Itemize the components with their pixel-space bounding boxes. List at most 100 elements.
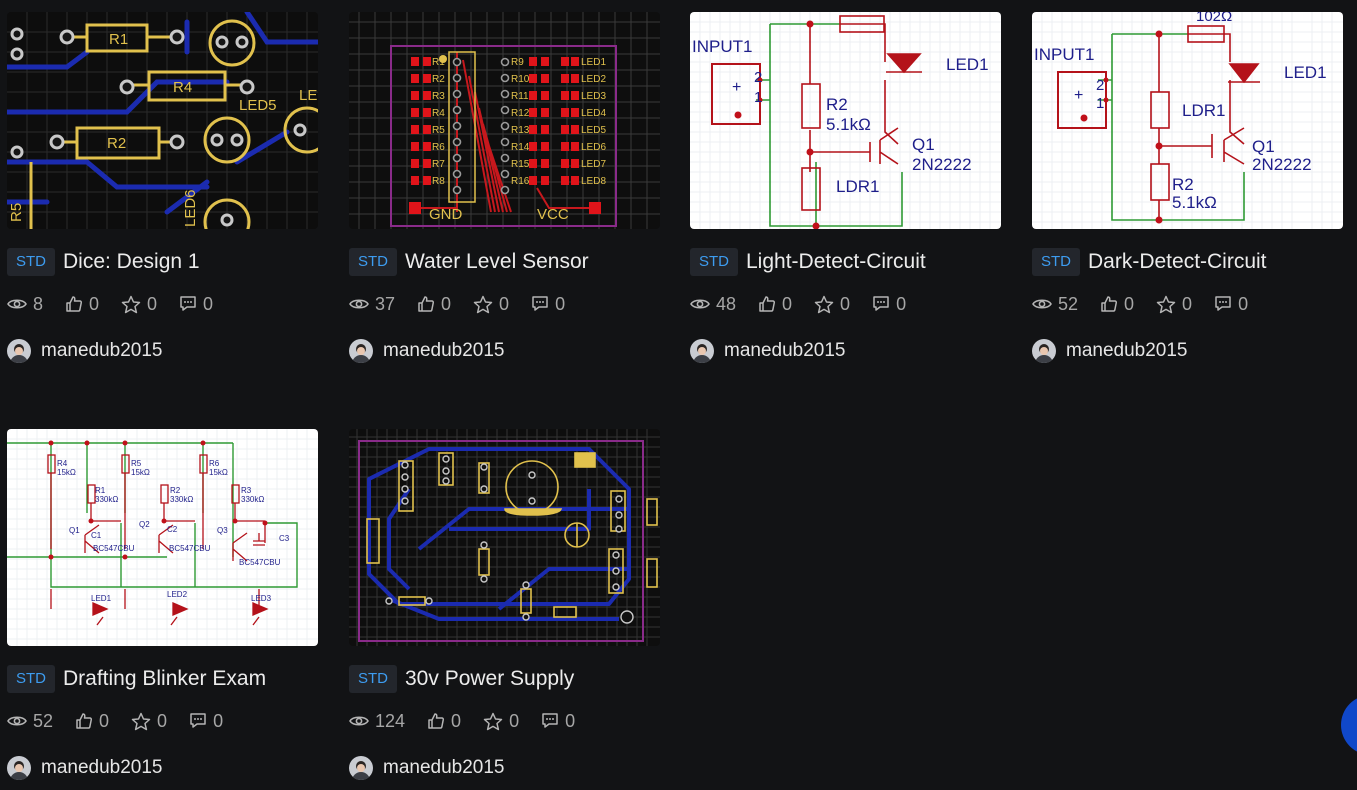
project-card[interactable]: R1 R4 R2 LED5 LE R5 LED6 STD Dice: Desig… (7, 12, 319, 364)
stars-stat[interactable]: 0 (1156, 294, 1192, 315)
avatar[interactable] (349, 339, 373, 363)
label-input1: INPUT1 (692, 37, 752, 56)
label-r9: R9 (511, 57, 524, 68)
project-card[interactable]: R1 R2 R3 R4 R5 R6 R7 R8 R9 R10 R11 R12 R… (349, 12, 661, 364)
thumbs-up-icon[interactable] (417, 295, 435, 313)
likes-stat[interactable]: 0 (417, 294, 451, 315)
label-ldr1: LDR1 (1182, 101, 1225, 120)
star-icon[interactable] (814, 295, 834, 314)
avatar[interactable] (7, 756, 31, 780)
comments-stat[interactable]: 0 (872, 294, 906, 315)
label-r3: R3 (241, 486, 252, 495)
stars-stat[interactable]: 0 (473, 294, 509, 315)
project-card[interactable]: R4 15kΩ R5 15kΩ R6 15kΩ R1 330kΩ R2 330k… (7, 429, 319, 781)
thumbs-up-icon[interactable] (75, 712, 93, 730)
avatar[interactable] (690, 339, 714, 363)
comments-stat[interactable]: 0 (541, 711, 575, 732)
star-icon[interactable] (121, 295, 141, 314)
comment-icon[interactable] (1214, 295, 1232, 313)
label-q2: Q2 (139, 520, 150, 529)
comments-stat[interactable]: 0 (531, 294, 565, 315)
author-link[interactable]: manedub2015 (7, 755, 319, 781)
project-title[interactable]: Drafting Blinker Exam (63, 667, 266, 691)
author-name[interactable]: manedub2015 (41, 757, 163, 779)
label-r5: R5 (8, 203, 25, 222)
author-name[interactable]: manedub2015 (724, 340, 846, 362)
avatar[interactable] (7, 339, 31, 363)
project-thumbnail[interactable] (349, 429, 660, 646)
label-r4: R4 (173, 79, 192, 96)
star-icon[interactable] (1156, 295, 1176, 314)
thumbs-up-icon[interactable] (65, 295, 83, 313)
author-link[interactable]: manedub2015 (349, 338, 661, 364)
author-name[interactable]: manedub2015 (41, 340, 163, 362)
author-link[interactable]: manedub2015 (7, 338, 319, 364)
star-icon[interactable] (131, 712, 151, 731)
comment-icon[interactable] (541, 712, 559, 730)
project-thumbnail[interactable]: INPUT1 2 1 + R2 5.1kΩ LDR1 LED1 Q1 2N222… (690, 12, 1001, 229)
floating-action-button[interactable] (1341, 695, 1357, 755)
project-title[interactable]: Light-Detect-Circuit (746, 250, 926, 274)
label-vcc: VCC (537, 206, 569, 223)
star-icon[interactable] (473, 295, 493, 314)
star-icon[interactable] (483, 712, 503, 731)
author-name[interactable]: manedub2015 (383, 340, 505, 362)
std-badge: STD (7, 665, 55, 693)
label-led6: LED6 (182, 189, 199, 227)
project-card[interactable]: 102Ω INPUT1 2 1 + LDR1 LED1 Q1 2N2222 R2… (1032, 12, 1344, 364)
comments-stat[interactable]: 0 (179, 294, 213, 315)
author-link[interactable]: manedub2015 (349, 755, 661, 781)
label-led1: LED1 (1284, 63, 1327, 82)
avatar[interactable] (349, 756, 373, 780)
author-name[interactable]: manedub2015 (1066, 340, 1188, 362)
views-stat: 52 (1032, 294, 1078, 315)
label-r4: R4 (57, 459, 68, 468)
project-title[interactable]: Dice: Design 1 (63, 250, 200, 274)
std-badge: STD (349, 665, 397, 693)
project-thumbnail[interactable]: R4 15kΩ R5 15kΩ R6 15kΩ R1 330kΩ R2 330k… (7, 429, 318, 646)
project-card[interactable]: STD 30v Power Supply 124 0 0 0 manedub20… (349, 429, 661, 781)
likes-stat[interactable]: 0 (758, 294, 792, 315)
project-title[interactable]: 30v Power Supply (405, 667, 574, 691)
label-c3: C3 (279, 534, 290, 543)
project-thumbnail[interactable]: 102Ω INPUT1 2 1 + LDR1 LED1 Q1 2N2222 R2… (1032, 12, 1343, 229)
comment-icon[interactable] (179, 295, 197, 313)
thumbs-up-icon[interactable] (1100, 295, 1118, 313)
project-title[interactable]: Dark-Detect-Circuit (1088, 250, 1267, 274)
label-r15: R15 (511, 159, 530, 170)
project-card[interactable]: INPUT1 2 1 + R2 5.1kΩ LDR1 LED1 Q1 2N222… (690, 12, 1002, 364)
comments-stat[interactable]: 0 (1214, 294, 1248, 315)
stars-stat[interactable]: 0 (814, 294, 850, 315)
project-stats: 124 0 0 0 (349, 709, 661, 733)
views-count: 124 (375, 710, 406, 731)
avatar[interactable] (1032, 339, 1056, 363)
comments-stat[interactable]: 0 (189, 711, 223, 732)
label-q1-type: 2N2222 (1252, 155, 1312, 174)
project-title[interactable]: Water Level Sensor (405, 250, 589, 274)
label-led7: LED7 (581, 159, 606, 170)
thumbs-up-icon[interactable] (758, 295, 776, 313)
comment-icon[interactable] (531, 295, 549, 313)
author-name[interactable]: manedub2015 (383, 757, 505, 779)
label-gnd: GND (429, 206, 463, 223)
likes-stat[interactable]: 0 (75, 711, 109, 732)
label-r2: R2 (432, 74, 445, 85)
views-stat: 8 (7, 294, 43, 315)
project-thumbnail[interactable]: R1 R4 R2 LED5 LE R5 LED6 (7, 12, 318, 229)
likes-stat[interactable]: 0 (427, 711, 461, 732)
likes-stat[interactable]: 0 (1100, 294, 1134, 315)
stars-stat[interactable]: 0 (483, 711, 519, 732)
stars-stat[interactable]: 0 (131, 711, 167, 732)
project-thumbnail[interactable]: R1 R2 R3 R4 R5 R6 R7 R8 R9 R10 R11 R12 R… (349, 12, 660, 229)
comment-icon[interactable] (189, 712, 207, 730)
likes-stat[interactable]: 0 (65, 294, 99, 315)
stars-stat[interactable]: 0 (121, 294, 157, 315)
stars-count: 0 (1182, 293, 1193, 314)
likes-count: 0 (1124, 293, 1135, 314)
author-link[interactable]: manedub2015 (690, 338, 1002, 364)
label-r13: R13 (511, 125, 530, 136)
thumbs-up-icon[interactable] (427, 712, 445, 730)
author-link[interactable]: manedub2015 (1032, 338, 1344, 364)
comment-icon[interactable] (872, 295, 890, 313)
label-led8: LED8 (581, 176, 606, 187)
